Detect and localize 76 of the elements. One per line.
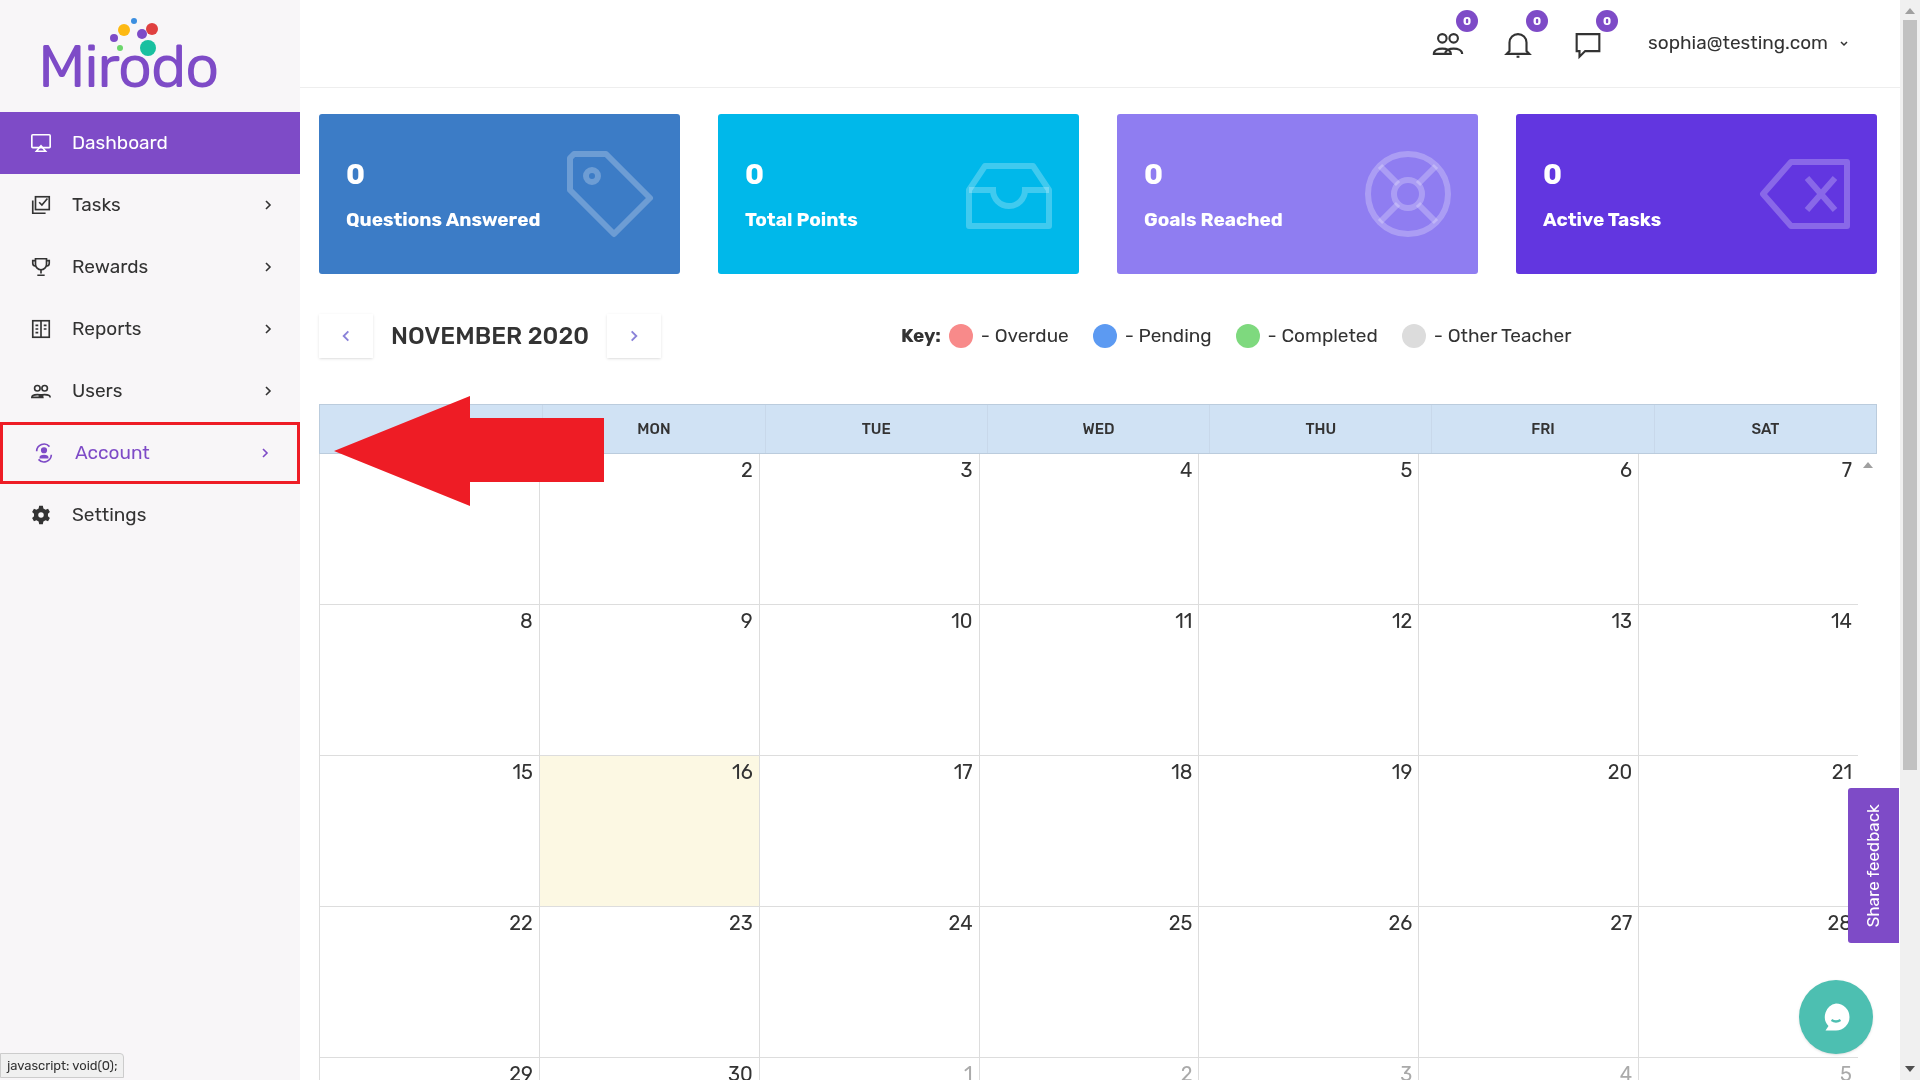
day-number[interactable]: 24: [948, 913, 973, 933]
key-label: Key:: [901, 322, 941, 349]
weekday-header: WED: [986, 405, 1210, 453]
day-number[interactable]: 7: [1841, 460, 1852, 480]
logo-text: Mirodo: [38, 37, 218, 97]
weekday-header: TUE: [764, 405, 987, 453]
day-number[interactable]: 14: [1831, 611, 1852, 631]
scroll-up-icon: [1905, 8, 1915, 14]
stat-value: 0: [1543, 156, 1564, 193]
day-number[interactable]: 26: [1388, 913, 1413, 933]
nav-item[interactable]: Rewards: [0, 236, 300, 298]
page-scrollbar[interactable]: [1900, 0, 1920, 1080]
day-number[interactable]: 9: [740, 611, 753, 631]
nav-item[interactable]: Settings: [0, 484, 300, 546]
report-icon: [30, 318, 52, 340]
day-number[interactable]: 17: [953, 762, 973, 782]
day-number[interactable]: 16: [732, 762, 753, 782]
legend-label: - Other Teacher: [1433, 322, 1572, 349]
legend-label: - Completed: [1267, 322, 1378, 349]
chevron-icon: [262, 261, 274, 273]
legend-label: - Pending: [1124, 322, 1212, 349]
chevron-icon: [262, 385, 274, 397]
chevron-icon: [259, 447, 271, 459]
day-number[interactable]: 10: [951, 611, 973, 631]
scroll-up-icon[interactable]: [1862, 462, 1873, 468]
checklist-icon: [30, 194, 52, 216]
monitor-icon: [30, 132, 52, 154]
day-number[interactable]: 13: [1611, 611, 1633, 631]
day-number[interactable]: 23: [728, 913, 753, 933]
day-number[interactable]: 2: [740, 460, 753, 480]
day-number[interactable]: 15: [512, 762, 533, 782]
day-number[interactable]: 19: [1391, 762, 1413, 782]
day-number[interactable]: 18: [1171, 762, 1193, 782]
day-number[interactable]: 25: [1168, 913, 1193, 933]
chevron-icon: [262, 199, 274, 211]
nav-item[interactable]: Dashboard: [0, 112, 300, 174]
day-number[interactable]: 5: [1400, 460, 1413, 480]
weekday-header: SAT: [1653, 405, 1876, 453]
day-number[interactable]: 27: [1610, 913, 1633, 933]
day-number[interactable]: 22: [509, 913, 533, 933]
stat-label: Total Points: [745, 206, 858, 233]
day-number[interactable]: 11: [1175, 611, 1193, 631]
month-title: NOVEMBER 2020: [391, 321, 589, 352]
weekday-header: FRI: [1431, 405, 1654, 453]
user-menu[interactable]: sophia@testing.com: [1648, 29, 1850, 58]
trophy-icon: [30, 256, 52, 278]
count-badge: 0: [1526, 9, 1549, 32]
stat-value: 0: [1144, 156, 1165, 193]
stat-label: Questions Answered: [346, 206, 541, 233]
day-number[interactable]: 8: [520, 611, 533, 631]
day-number[interactable]: 4: [1180, 460, 1193, 480]
stat-value: 0: [346, 156, 367, 193]
feedback-tab[interactable]: Share feedback: [1848, 788, 1899, 943]
scroll-down-icon: [1905, 1066, 1915, 1072]
day-number[interactable]: 21: [1831, 762, 1852, 782]
stat-label: Active Tasks: [1543, 206, 1662, 233]
weekday-header: THU: [1209, 405, 1432, 453]
nav-item[interactable]: Reports: [0, 298, 300, 360]
stat-value: 0: [745, 156, 766, 193]
legend-label: - Overdue: [980, 322, 1069, 349]
scroll-thumb[interactable]: [1903, 20, 1917, 770]
stat-label: Goals Reached: [1144, 206, 1283, 233]
account-icon: [33, 442, 55, 464]
nav-item[interactable]: Users: [0, 360, 300, 422]
settings-icon: [30, 504, 52, 526]
chat-launcher[interactable]: [1799, 980, 1873, 1054]
day-number[interactable]: 3: [960, 460, 973, 480]
chevron-icon: [262, 323, 274, 335]
nav-item[interactable]: Tasks: [0, 174, 300, 236]
nav-item[interactable]: Account: [0, 422, 300, 484]
day-number[interactable]: 20: [1607, 762, 1633, 782]
day-number[interactable]: 6: [1620, 460, 1633, 480]
count-badge: 0: [1456, 9, 1479, 32]
day-number[interactable]: 12: [1391, 611, 1413, 631]
count-badge: 0: [1596, 9, 1619, 32]
status-bar: javascript: void(0);: [0, 1052, 125, 1078]
